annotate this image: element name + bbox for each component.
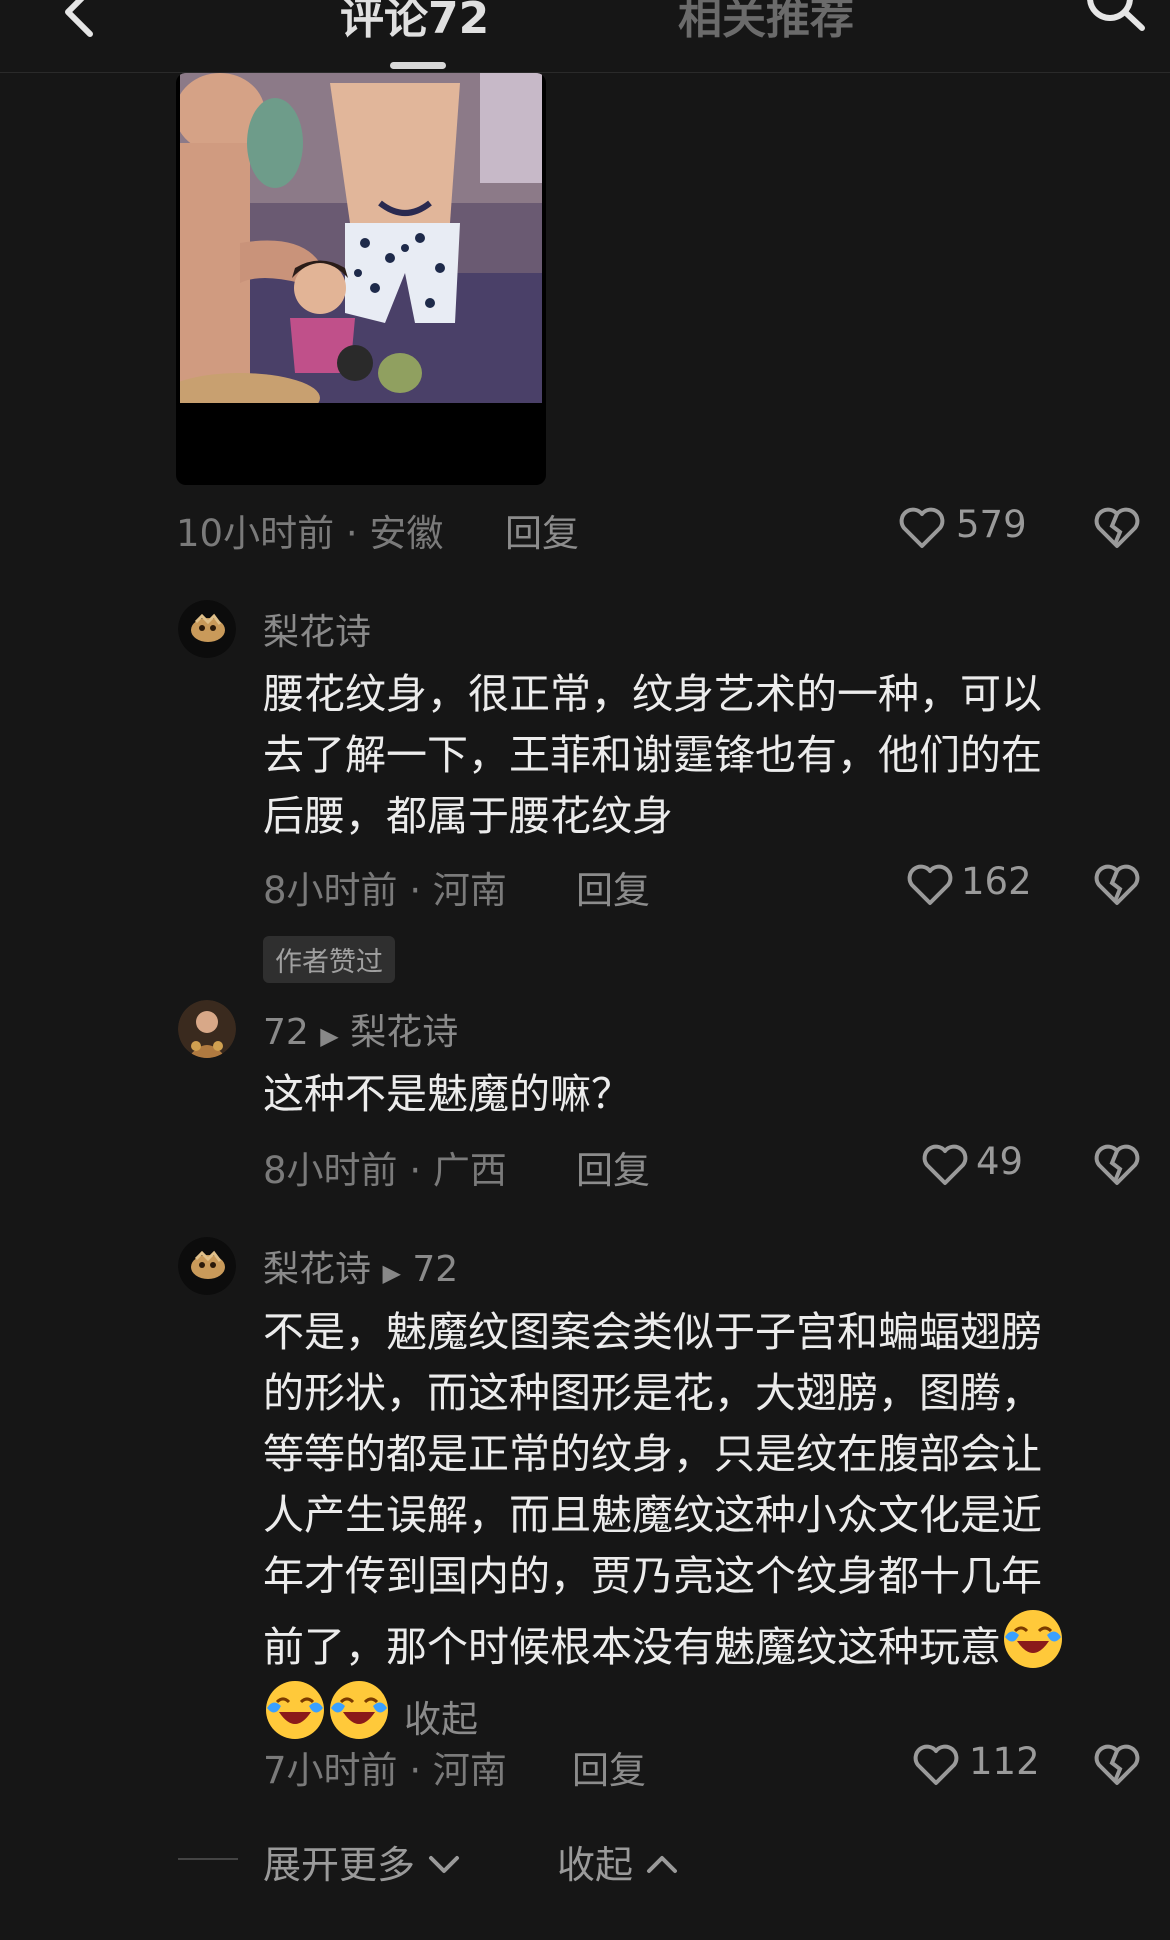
comment-location: 安徽 xyxy=(369,512,444,555)
meta-dot: · xyxy=(409,1749,433,1792)
reply-button[interactable]: 回复 xyxy=(576,860,650,914)
top-bar: 评论72 相关推荐 xyxy=(0,0,1170,73)
reply-header: 梨花诗 ▶ 72 xyxy=(263,1240,458,1292)
comment-location: 河南 xyxy=(432,1749,507,1792)
meta-dot: · xyxy=(345,512,370,555)
comment-meta: 8小时前 · 广西 xyxy=(263,1140,507,1194)
reply-to-username[interactable]: 72 xyxy=(412,1249,458,1290)
meta-dot: · xyxy=(409,1149,433,1192)
like-count: 162 xyxy=(961,860,1032,903)
broken-heart-icon[interactable] xyxy=(1093,863,1141,907)
meta-dot: · xyxy=(409,869,433,912)
username[interactable]: 72 xyxy=(263,1012,309,1053)
comment-meta: 7小时前 · 河南 xyxy=(263,1740,507,1794)
reply-header: 72 ▶ 梨花诗 xyxy=(263,1003,458,1055)
broken-heart-icon[interactable] xyxy=(1093,1143,1141,1187)
play-arrow-icon: ▶ xyxy=(382,1259,401,1287)
comment-meta: 8小时前 · 河南 xyxy=(263,860,507,914)
comment-time: 7小时前 xyxy=(263,1749,398,1792)
comment-location: 广西 xyxy=(432,1149,507,1192)
heart-outline-icon[interactable] xyxy=(898,506,946,550)
tab-comments[interactable]: 评论72 xyxy=(340,0,489,46)
like-count: 579 xyxy=(956,503,1027,546)
reply-button[interactable]: 回复 xyxy=(572,1740,646,1794)
search-icon[interactable] xyxy=(1080,0,1150,38)
comment-location: 河南 xyxy=(432,869,507,912)
chevron-left-icon[interactable] xyxy=(52,0,112,42)
avatar[interactable] xyxy=(178,600,236,658)
collapse-replies-button[interactable]: 收起 xyxy=(557,1834,679,1889)
reply-to-username[interactable]: 梨花诗 xyxy=(350,1012,458,1053)
laughing-crying-emoji xyxy=(330,1681,388,1739)
comment-meta: 10小时前 · 安徽 xyxy=(176,503,443,557)
expand-more-button[interactable]: 展开更多 xyxy=(263,1834,461,1889)
broken-heart-icon[interactable] xyxy=(1093,506,1141,550)
comment-time: 8小时前 xyxy=(263,869,398,912)
play-arrow-icon: ▶ xyxy=(320,1022,339,1050)
laughing-crying-emoji xyxy=(266,1681,324,1739)
author-liked-badge: 作者赞过 xyxy=(263,936,395,983)
like-count: 49 xyxy=(976,1140,1024,1183)
collapse-text-button[interactable]: 收起 xyxy=(404,1698,478,1741)
divider xyxy=(178,1858,238,1860)
photo xyxy=(180,73,542,403)
avatar[interactable] xyxy=(178,1000,236,1058)
reply-button[interactable]: 回复 xyxy=(576,1140,650,1194)
heart-outline-icon[interactable] xyxy=(921,1143,969,1187)
heart-outline-icon[interactable] xyxy=(906,863,954,907)
tab-related[interactable]: 相关推荐 xyxy=(678,0,854,46)
username[interactable]: 梨花诗 xyxy=(263,603,371,655)
comment-text: 腰花纹身，很正常，纹身艺术的一种，可以 去了解一下，王菲和谢霆锋也有，他们的在 … xyxy=(263,670,1042,840)
avatar[interactable] xyxy=(178,1237,236,1295)
comment-text: 不是，魅魔纹图案会类似于子宫和蝙蝠翅膀 的形状，而这种图形是花，大翅膀，图腾， … xyxy=(263,1302,1170,1750)
like-count: 112 xyxy=(969,1740,1040,1783)
reply-button[interactable]: 回复 xyxy=(505,503,579,557)
tab-indicator xyxy=(390,62,446,69)
broken-heart-icon[interactable] xyxy=(1093,1743,1141,1787)
laughing-crying-emoji xyxy=(1004,1610,1062,1668)
chevron-down-icon xyxy=(429,1856,460,1873)
comment-text: 这种不是魅魔的嘛？ xyxy=(263,1070,632,1118)
comment-time: 8小时前 xyxy=(263,1149,398,1192)
username[interactable]: 梨花诗 xyxy=(263,1249,371,1290)
comment-image[interactable] xyxy=(176,73,546,485)
chevron-up-icon xyxy=(647,1856,678,1873)
comment-time: 10小时前 xyxy=(176,512,335,555)
heart-outline-icon[interactable] xyxy=(912,1743,960,1787)
